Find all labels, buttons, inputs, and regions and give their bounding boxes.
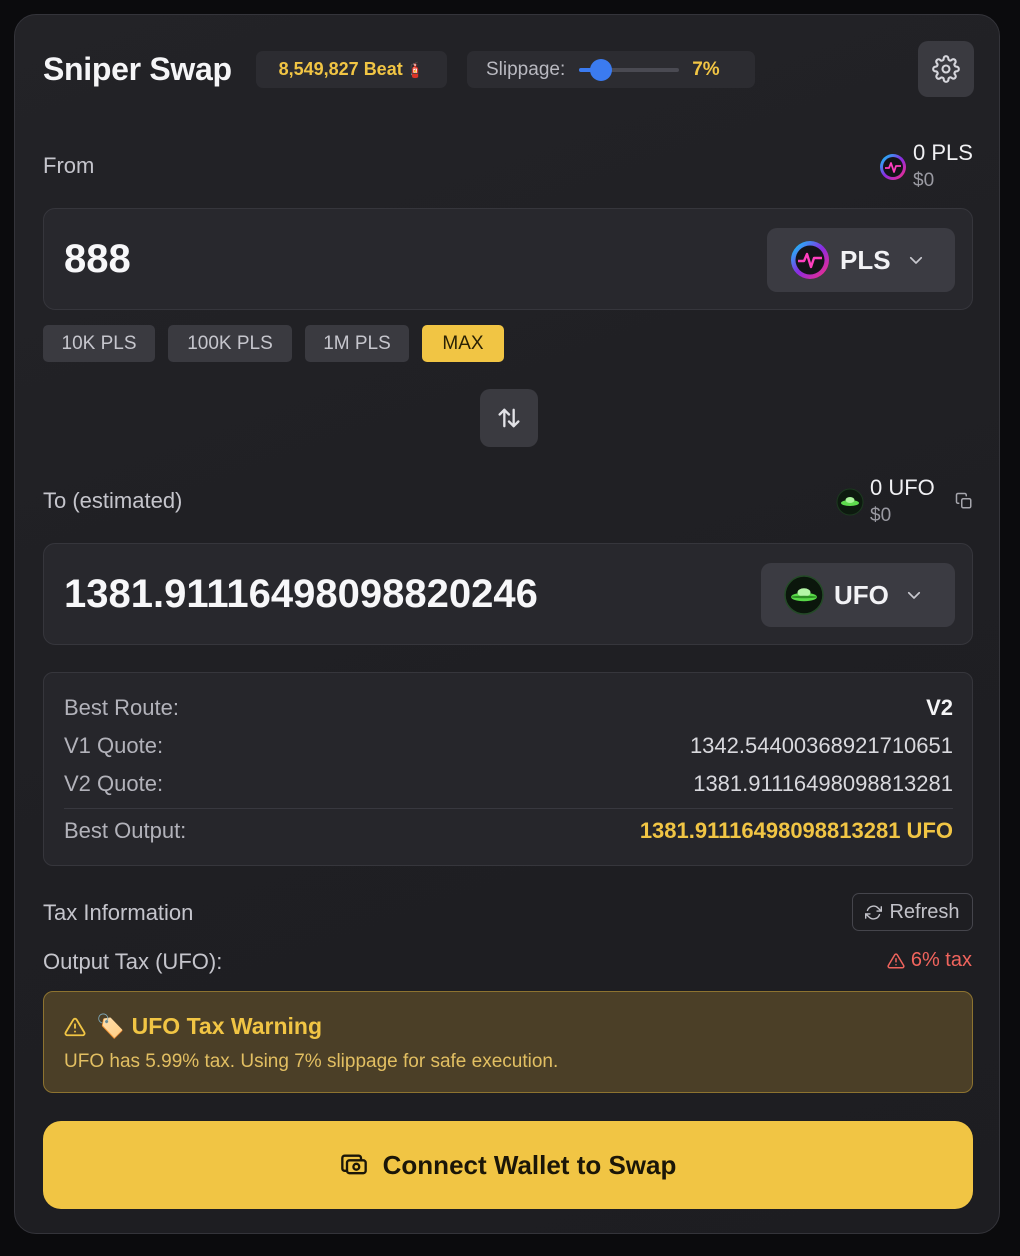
tax-warning-title-text: UFO Tax Warning [131, 1013, 323, 1039]
from-token-symbol: PLS [840, 244, 891, 275]
slider-thumb[interactable] [590, 58, 613, 81]
route-row-value: 1342.54400368921710651 [689, 733, 953, 758]
best-output-row: Best Output: 1381.91116498098813281 UFO [64, 818, 953, 844]
route-row-value: 1381.91116498098813281 [693, 771, 953, 796]
warning-triangle-icon [64, 1017, 86, 1036]
gear-icon [932, 55, 960, 83]
chevron-down-icon [909, 256, 922, 264]
tax-warning-title: 🏷️ UFO Tax Warning [64, 1013, 322, 1040]
swap-direction-button[interactable] [480, 389, 538, 447]
beat-balance-badge: 8,549,827 Beat 🧯 [256, 51, 447, 88]
route-row-key: Best Route: [64, 695, 179, 720]
to-amount-box: UFO [43, 543, 973, 645]
max-amount-button[interactable]: MAX [422, 325, 504, 362]
refresh-tax-button[interactable]: Refresh [852, 893, 973, 931]
route-row-key: V1 Quote: [64, 733, 164, 758]
output-tax-label: Output Tax (UFO): [43, 949, 223, 974]
wallet-icon [340, 1154, 367, 1175]
swap-arrows-icon [498, 408, 520, 428]
tax-section-title: Tax Information [43, 900, 194, 925]
route-divider [64, 808, 953, 809]
pulsechain-logo-icon [880, 154, 906, 180]
to-amount-output [64, 544, 744, 644]
route-row-value: V2 [926, 695, 953, 720]
quick-amount-10k-button[interactable]: 10K PLS [43, 325, 155, 362]
refresh-icon [865, 904, 883, 920]
slippage-control: Slippage: 7% [467, 51, 755, 88]
slippage-value: 7% [692, 58, 720, 80]
settings-button[interactable] [918, 41, 974, 97]
page-title: Sniper Swap [43, 51, 232, 87]
to-label: To (estimated) [43, 488, 183, 513]
to-token-selector[interactable]: UFO [761, 563, 955, 627]
from-balance: 0 PLS $0 [879, 142, 973, 190]
route-row-key: V2 Quote: [64, 771, 164, 796]
quick-amount-1m-button[interactable]: 1M PLS [305, 325, 409, 362]
copy-icon[interactable] [955, 492, 973, 510]
quick-amount-100k-button[interactable]: 100K PLS [168, 325, 292, 362]
label-tag-icon: 🏷️ [96, 1013, 125, 1039]
from-balance-usd: $0 [913, 170, 935, 191]
refresh-label: Refresh [889, 900, 960, 923]
tax-warning-banner: 🏷️ UFO Tax Warning UFO has 5.99% tax. Us… [43, 991, 973, 1093]
from-balance-amount: 0 PLS [913, 140, 973, 165]
from-amount-box: PLS [43, 208, 973, 310]
pulsechain-logo-icon [791, 241, 829, 279]
route-row: V1 Quote: 1342.54400368921710651 [64, 733, 953, 759]
to-balance-amount: 0 UFO [870, 475, 935, 500]
output-tax-badge: 6% tax [887, 949, 972, 972]
warning-triangle-icon [887, 952, 905, 968]
beat-balance-text: 8,549,827 Beat [278, 59, 403, 79]
connect-wallet-label: Connect Wallet to Swap [382, 1149, 677, 1180]
output-tax-value: 6% tax [910, 949, 972, 971]
route-row: V2 Quote: 1381.91116498098813281 [64, 771, 953, 797]
from-amount-input[interactable] [64, 209, 744, 309]
to-token-symbol: UFO [834, 579, 889, 610]
route-row: Best Route: V2 [64, 695, 953, 721]
chevron-down-icon [907, 591, 920, 599]
to-balance-usd: $0 [870, 505, 892, 526]
connect-wallet-button[interactable]: Connect Wallet to Swap [43, 1121, 973, 1209]
ufo-logo-icon [784, 575, 824, 615]
best-output-label: Best Output: [64, 818, 187, 843]
slippage-slider[interactable] [579, 58, 680, 81]
from-token-selector[interactable]: PLS [767, 228, 955, 292]
tax-warning-text: UFO has 5.99% tax. Using 7% slippage for… [64, 1051, 559, 1072]
from-label: From [43, 153, 95, 178]
swap-card: Sniper Swap 8,549,827 Beat 🧯 Slippage: 7… [14, 14, 1000, 1234]
slippage-label: Slippage: [486, 58, 566, 80]
route-summary: Best Route: V2 V1 Quote: 1342.5440036892… [43, 672, 973, 866]
ufo-logo-icon [836, 488, 864, 516]
best-output-value: 1381.91116498098813281 UFO [639, 818, 953, 843]
fire-extinguisher-icon: 🧯 [405, 61, 425, 79]
to-balance: 0 UFO $0 [836, 477, 973, 525]
